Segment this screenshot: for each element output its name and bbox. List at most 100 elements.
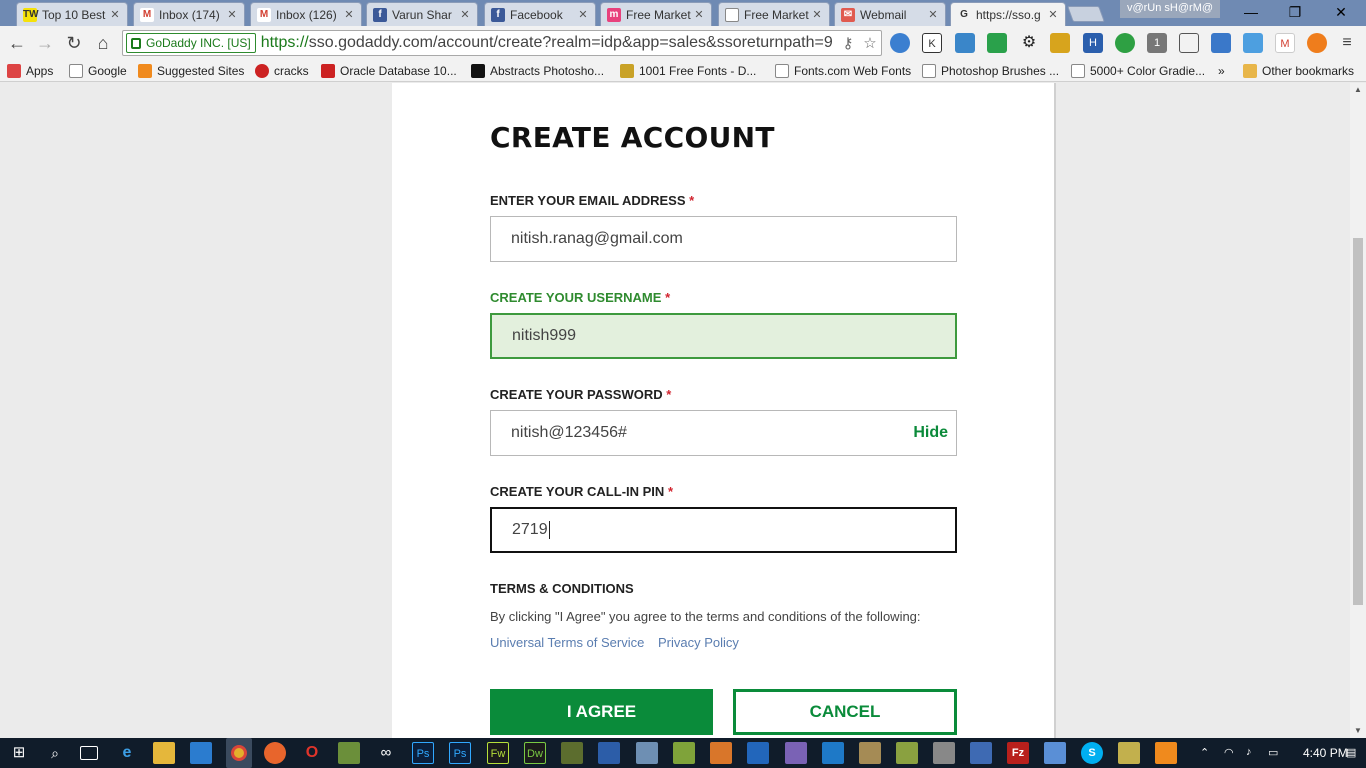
browser-tab[interactable]: m Free Market ✕ (600, 2, 712, 26)
photoshop-icon-2[interactable]: Ps (449, 742, 471, 764)
extension-badge-icon[interactable] (1050, 33, 1070, 53)
browser-tab[interactable]: ✉ Webmail ✕ (834, 2, 946, 26)
browser-tab[interactable]: Ghttps://sso.g ✕ (950, 2, 1066, 26)
keyboard-icon[interactable]: ▭ (1268, 746, 1278, 759)
scroll-up-icon[interactable]: ▲ (1350, 83, 1366, 97)
app-icon-1[interactable] (338, 742, 360, 764)
app-icon-14[interactable] (1044, 742, 1066, 764)
scroll-down-icon[interactable]: ▼ (1350, 724, 1366, 738)
app-icon-9[interactable] (822, 742, 844, 764)
task-view-icon[interactable] (80, 746, 98, 760)
extension-download-icon[interactable] (1211, 33, 1231, 53)
app-icon-11[interactable] (896, 742, 918, 764)
app-icon-8[interactable] (785, 742, 807, 764)
settings-gear-icon[interactable]: ⚙ (1019, 33, 1039, 53)
tab-close-icon[interactable]: ✕ (927, 8, 939, 21)
extension-folder-icon[interactable] (955, 33, 975, 53)
i-agree-button[interactable]: I AGREE (490, 689, 713, 735)
network-icon[interactable]: ◠ (1224, 746, 1234, 759)
star-icon[interactable]: ☆ (859, 34, 881, 52)
browser-tab[interactable]: Free Market ✕ (718, 2, 830, 26)
app-icon-7[interactable] (747, 742, 769, 764)
bookmark-item[interactable]: Suggested Sites (138, 62, 244, 80)
tab-close-icon[interactable]: ✕ (459, 8, 471, 21)
tab-close-icon[interactable]: ✕ (577, 8, 589, 21)
extension-h-icon[interactable]: H (1083, 33, 1103, 53)
notifications-icon[interactable]: ▤ (1346, 746, 1356, 759)
key-icon[interactable]: ⚷ (837, 34, 859, 52)
chrome-taskbar-icon[interactable] (226, 738, 252, 768)
extension-k-icon[interactable]: K (922, 33, 942, 53)
call-in-pin-field[interactable]: 2719 (490, 507, 957, 553)
browser-tab[interactable]: TW Top 10 Best ✕ (16, 2, 128, 26)
tab-close-icon[interactable]: ✕ (811, 8, 823, 21)
start-icon[interactable]: ⊞ (8, 742, 30, 764)
fireworks-icon[interactable]: Fw (487, 742, 509, 764)
skype-icon[interactable]: S (1081, 742, 1103, 764)
bookmark-item[interactable]: Fonts.com Web Fonts (775, 62, 911, 80)
extension-orange-icon[interactable] (1307, 33, 1327, 53)
forward-icon[interactable]: → (33, 31, 57, 55)
app-icon-2[interactable] (561, 742, 583, 764)
tab-close-icon[interactable]: ✕ (343, 8, 355, 21)
url-text[interactable]: https://sso.godaddy.com/account/create?r… (261, 34, 837, 52)
back-icon[interactable]: ← (5, 31, 29, 55)
extension-search-icon[interactable] (1243, 33, 1263, 53)
ev-certificate-badge[interactable]: GoDaddy INC. [US] (126, 33, 256, 53)
app-icon-12[interactable] (933, 742, 955, 764)
filezilla-icon[interactable]: Fz (1007, 742, 1029, 764)
volume-icon[interactable]: ♪ (1246, 746, 1252, 758)
extension-blue-icon[interactable] (890, 33, 910, 53)
firefox-icon[interactable] (264, 742, 286, 764)
tab-close-icon[interactable]: ✕ (1047, 8, 1059, 21)
opera-icon[interactable]: O (301, 742, 323, 764)
app-icon-6[interactable] (710, 742, 732, 764)
browser-tab[interactable]: M Inbox (174) ✕ (133, 2, 245, 26)
close-window-button[interactable]: ✕ (1318, 0, 1364, 24)
menu-icon[interactable]: ≡ (1337, 33, 1357, 53)
email-field[interactable]: nitish.ranag@gmail.com (490, 216, 957, 262)
tab-close-icon[interactable]: ✕ (693, 8, 705, 21)
photoshop-icon[interactable]: Ps (412, 742, 434, 764)
reload-icon[interactable]: ↻ (62, 31, 86, 55)
home-icon[interactable]: ⌂ (91, 31, 115, 55)
browser-tab[interactable]: f Varun Shar ✕ (366, 2, 478, 26)
bookmarks-overflow-button[interactable]: » (1218, 62, 1225, 80)
minimize-button[interactable]: — (1228, 0, 1274, 24)
tab-close-icon[interactable]: ✕ (226, 8, 238, 21)
bookmark-item[interactable]: Google (69, 62, 127, 80)
privacy-policy-link[interactable]: Privacy Policy (658, 635, 739, 650)
password-hide-toggle[interactable]: Hide (913, 424, 948, 442)
extension-cast-icon[interactable] (1179, 33, 1199, 53)
bookmark-item[interactable]: Photoshop Brushes ... (922, 62, 1059, 80)
universal-terms-link[interactable]: Universal Terms of Service (490, 635, 644, 650)
store-icon[interactable] (190, 742, 212, 764)
tab-close-icon[interactable]: ✕ (109, 8, 121, 21)
password-field[interactable]: nitish@123456# Hide (490, 410, 957, 456)
new-tab-button[interactable] (1067, 6, 1105, 22)
username-field[interactable]: nitish999 (490, 313, 957, 359)
browser-tab[interactable]: f Facebook ✕ (484, 2, 596, 26)
other-bookmarks[interactable]: Other bookmarks (1243, 62, 1354, 80)
search-icon[interactable]: ⌕ (44, 742, 66, 764)
app-icon-3[interactable] (598, 742, 620, 764)
app-icon-4[interactable] (636, 742, 658, 764)
browser-tab[interactable]: M Inbox (126) ✕ (250, 2, 362, 26)
extension-green-icon[interactable] (1115, 33, 1135, 53)
bookmark-item[interactable]: 5000+ Color Gradie... (1071, 62, 1205, 80)
address-bar[interactable]: GoDaddy INC. [US] https://sso.godaddy.co… (122, 30, 882, 56)
taskbar-clock[interactable]: 4:40 PM (1303, 746, 1348, 760)
vlc-icon[interactable] (1155, 742, 1177, 764)
bookmark-item[interactable]: Oracle Database 10... (321, 62, 457, 80)
bookmark-item[interactable]: Abstracts Photosho... (471, 62, 604, 80)
dreamweaver-icon[interactable]: Dw (524, 742, 546, 764)
scrollbar-thumb[interactable] (1353, 238, 1363, 605)
bookmark-item[interactable]: cracks (255, 62, 309, 80)
file-explorer-icon[interactable] (153, 742, 175, 764)
app-icon-13[interactable] (970, 742, 992, 764)
extension-notification-icon[interactable]: 1 (1147, 33, 1167, 53)
restore-button[interactable]: ❐ (1272, 0, 1318, 24)
extension-gmail-icon[interactable]: M (1275, 33, 1295, 53)
tray-chevron-icon[interactable]: ⌃ (1200, 746, 1209, 759)
profile-button[interactable]: v@rUn sH@rM@ (1120, 0, 1220, 18)
